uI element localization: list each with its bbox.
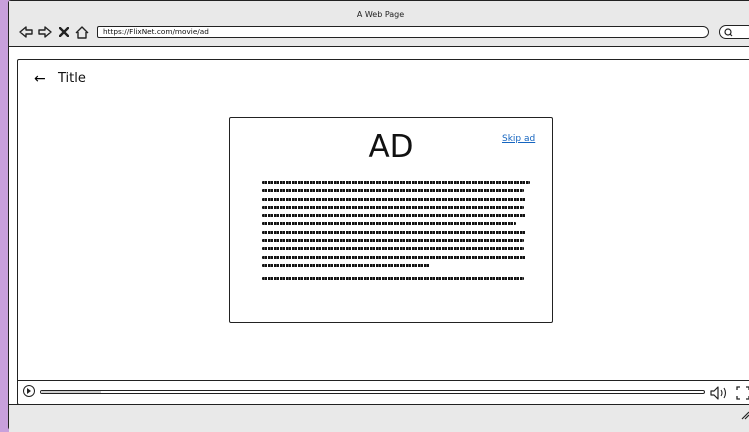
text-line [262, 214, 526, 218]
home-icon[interactable] [75, 23, 89, 41]
text-line [262, 255, 526, 259]
progress-fill [41, 391, 101, 393]
browser-window: A Web Page https://FlixNet.com/movie/ad … [8, 0, 749, 432]
text-line [262, 239, 524, 243]
text-line [262, 230, 526, 234]
text-line [262, 276, 524, 280]
text-line [262, 205, 524, 209]
status-bar [9, 404, 749, 432]
progress-track[interactable] [40, 390, 705, 394]
page-content: ← Title AD Skip ad [17, 59, 749, 405]
window-title: A Web Page [356, 10, 405, 19]
back-arrow-icon[interactable]: ← [34, 71, 46, 87]
page-title: Title [58, 71, 86, 86]
skip-ad-link[interactable]: Skip ad [502, 134, 535, 145]
text-line [262, 181, 530, 184]
fullscreen-icon[interactable] [736, 385, 749, 400]
volume-icon[interactable] [709, 385, 729, 400]
text-line [262, 247, 524, 251]
url-text: https://FlixNet.com/movie/ad [103, 27, 209, 36]
title-bar: A Web Page https://FlixNet.com/movie/ad [9, 1, 749, 47]
address-bar[interactable]: https://FlixNet.com/movie/ad [97, 26, 709, 38]
video-controls [18, 380, 749, 405]
stop-x-icon[interactable] [58, 23, 70, 41]
text-line [262, 222, 516, 226]
ad-panel: AD Skip ad [229, 117, 553, 323]
play-icon[interactable] [23, 385, 35, 397]
text-line [262, 263, 430, 267]
forward-arrow-icon[interactable] [38, 23, 52, 41]
back-arrow-icon[interactable] [19, 23, 33, 41]
search-icon[interactable] [719, 25, 749, 39]
ad-body-text [262, 181, 530, 285]
resize-grip-icon[interactable] [740, 410, 749, 420]
text-line [262, 197, 526, 201]
text-line [262, 189, 524, 193]
